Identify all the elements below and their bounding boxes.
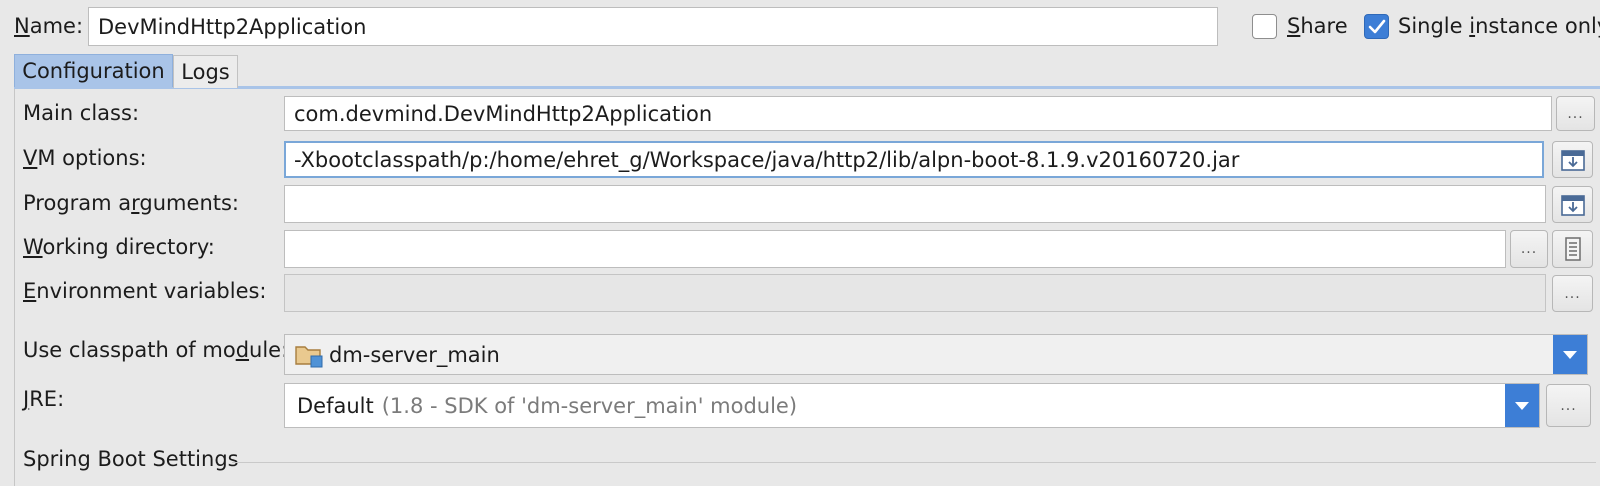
main-class-label: Main class:: [23, 101, 140, 125]
classpath-module-label: Use classpath of module:: [23, 338, 289, 362]
tab-configuration[interactable]: Configuration: [14, 54, 173, 87]
share-label[interactable]: Share: [1287, 14, 1348, 38]
module-folder-icon: [295, 345, 323, 367]
expand-field-icon: [1560, 194, 1585, 216]
jre-dropdown[interactable]: Default (1.8 - SDK of 'dm-server_main' m…: [284, 383, 1540, 428]
section-divider: [232, 462, 1596, 463]
share-checkbox[interactable]: [1252, 14, 1277, 39]
jre-browse-button[interactable]: ...: [1546, 384, 1591, 427]
single-instance-checkbox[interactable]: [1364, 14, 1389, 39]
expand-field-icon: [1560, 149, 1585, 171]
classpath-module-dropdown-arrow[interactable]: [1553, 335, 1587, 374]
jre-dropdown-arrow[interactable]: [1505, 384, 1539, 427]
chevron-down-icon: [1563, 350, 1577, 359]
program-arguments-field[interactable]: [284, 185, 1546, 223]
environment-variables-field[interactable]: [284, 274, 1546, 312]
tab-configuration-label: Configuration: [22, 59, 165, 83]
classpath-module-value: dm-server_main: [329, 342, 500, 367]
program-arguments-expand-button[interactable]: [1552, 186, 1593, 223]
main-class-browse-button[interactable]: ...: [1556, 96, 1595, 131]
panel-border: [14, 89, 15, 486]
name-field[interactable]: DevMindHttp2Application: [88, 7, 1218, 46]
working-directory-macro-button[interactable]: [1552, 230, 1593, 268]
main-class-value: com.devmind.DevMindHttp2Application: [294, 101, 713, 126]
jre-label: JRE:: [23, 387, 65, 411]
vm-options-value: -Xbootclasspath/p:/home/ehret_g/Workspac…: [294, 147, 1240, 172]
main-class-field[interactable]: com.devmind.DevMindHttp2Application: [284, 96, 1552, 131]
checkmark-icon: [1368, 19, 1385, 33]
environment-variables-label: Environment variables:: [23, 279, 267, 303]
spring-boot-settings-heading: Spring Boot Settings: [23, 447, 239, 471]
tab-logs-label: Logs: [181, 60, 230, 84]
single-instance-label[interactable]: Single instance only: [1398, 14, 1600, 38]
chevron-down-icon: [1515, 401, 1529, 410]
vm-options-label: VM options:: [23, 146, 147, 170]
jre-detail: (1.8 - SDK of 'dm-server_main' module): [381, 393, 798, 418]
tab-strip-line: [14, 86, 1600, 89]
working-directory-browse-button[interactable]: ...: [1510, 230, 1548, 268]
name-field-value: DevMindHttp2Application: [98, 14, 367, 39]
working-directory-label: Working directory:: [23, 235, 215, 259]
classpath-module-dropdown[interactable]: dm-server_main: [284, 334, 1588, 375]
program-arguments-label: Program arguments:: [23, 191, 239, 215]
document-icon: [1564, 237, 1581, 261]
working-directory-field[interactable]: [284, 230, 1506, 268]
jre-value: Default: [297, 393, 374, 418]
name-label: Name:: [14, 14, 84, 38]
vm-options-field[interactable]: -Xbootclasspath/p:/home/ehret_g/Workspac…: [284, 141, 1544, 178]
tab-logs[interactable]: Logs: [173, 55, 238, 88]
environment-variables-browse-button[interactable]: ...: [1552, 275, 1593, 312]
vm-options-expand-button[interactable]: [1552, 141, 1593, 178]
